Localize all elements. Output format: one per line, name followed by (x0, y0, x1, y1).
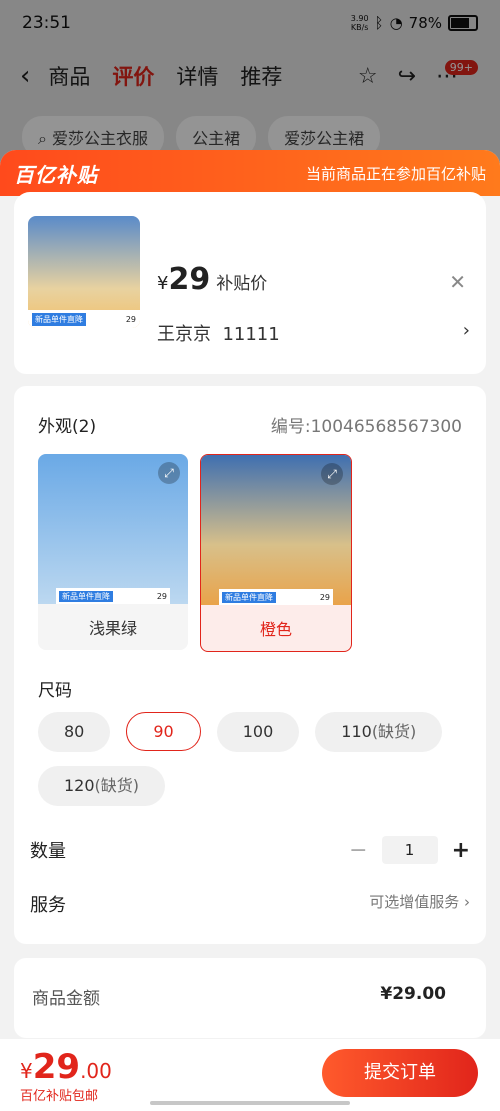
chevron-right-icon: › (462, 320, 470, 341)
product-summary: 新品单件直降 29 ¥ 29 补贴价 ✕ 王京京 11111 › (14, 192, 486, 374)
option-orange[interactable]: ⤢ 新品单件直降 29 橙色 (200, 454, 352, 652)
submit-order-button[interactable]: 提交订单 (322, 1049, 478, 1097)
plus-icon[interactable]: + (452, 838, 470, 863)
amount-label: 商品金额 (32, 989, 100, 1009)
item-code: 编号:10046568567300 (270, 417, 462, 437)
product-price: ¥ 29 补贴价 (157, 262, 268, 297)
size-100[interactable]: 100 (216, 712, 300, 752)
spec-panel: 外观(2) 编号:10046568567300 ⤢ 新品单件直降 29 浅果绿 ⤢… (14, 386, 486, 944)
total-price: ¥29.00 百亿补贴包邮 (20, 1047, 112, 1104)
service-value: 可选增值服务 (369, 893, 460, 911)
size-80[interactable]: 80 (38, 712, 111, 752)
minus-icon[interactable]: − (349, 838, 367, 863)
address-code: 11111 (222, 324, 280, 345)
home-indicator (150, 1101, 350, 1105)
shipping-note: 百亿补贴包邮 (20, 1089, 99, 1104)
expand-icon[interactable]: ⤢ (158, 462, 180, 484)
quantity-value[interactable]: 1 (381, 836, 438, 864)
appearance-label: 外观(2) (38, 417, 97, 437)
size-120[interactable]: 120(缺货) (38, 766, 166, 806)
service-label: 服务 (30, 895, 66, 916)
subsidy-note: 当前商品正在参加百亿补贴 (305, 164, 486, 183)
size-label: 尺码 (38, 681, 72, 701)
expand-icon[interactable]: ⤢ (321, 463, 343, 485)
size-110[interactable]: 110(缺货) (315, 712, 443, 752)
product-thumbnail: 新品单件直降 29 (28, 216, 140, 328)
option-image: ⤢ 新品单件直降 29 (201, 455, 351, 605)
checkout-bar: ¥29.00 百亿补贴包邮 提交订单 (0, 1039, 500, 1111)
option-light-green[interactable]: ⤢ 新品单件直降 29 浅果绿 (38, 454, 188, 650)
dim-overlay[interactable] (0, 0, 500, 160)
subsidy-logo: 百亿补贴 (14, 162, 98, 187)
subsidy-banner: 百亿补贴 当前商品正在参加百亿补贴 (0, 150, 500, 196)
close-icon[interactable]: ✕ (449, 270, 466, 294)
amount-panel: 商品金额 ¥29.00 (14, 958, 486, 1038)
service-row[interactable]: 服务 可选增值服务 › (30, 891, 470, 917)
quantity-label: 数量 (30, 841, 66, 862)
amount-value: ¥29.00 (380, 984, 446, 1004)
quantity-row: 数量 − 1 + (30, 836, 470, 864)
option-image: ⤢ 新品单件直降 29 (38, 454, 188, 604)
address-name: 王京京 (157, 324, 211, 345)
chevron-right-icon: › (464, 893, 470, 911)
quantity-stepper: − 1 + (349, 836, 470, 864)
purchase-sheet: 百亿补贴 当前商品正在参加百亿补贴 新品单件直降 29 ¥ 29 补贴价 ✕ 王京… (0, 150, 500, 1111)
size-90[interactable]: 90 (126, 712, 201, 751)
size-options: 80 90 100 110(缺货) 120(缺货) (38, 712, 462, 806)
address-row[interactable]: 王京京 11111 › (157, 320, 470, 346)
